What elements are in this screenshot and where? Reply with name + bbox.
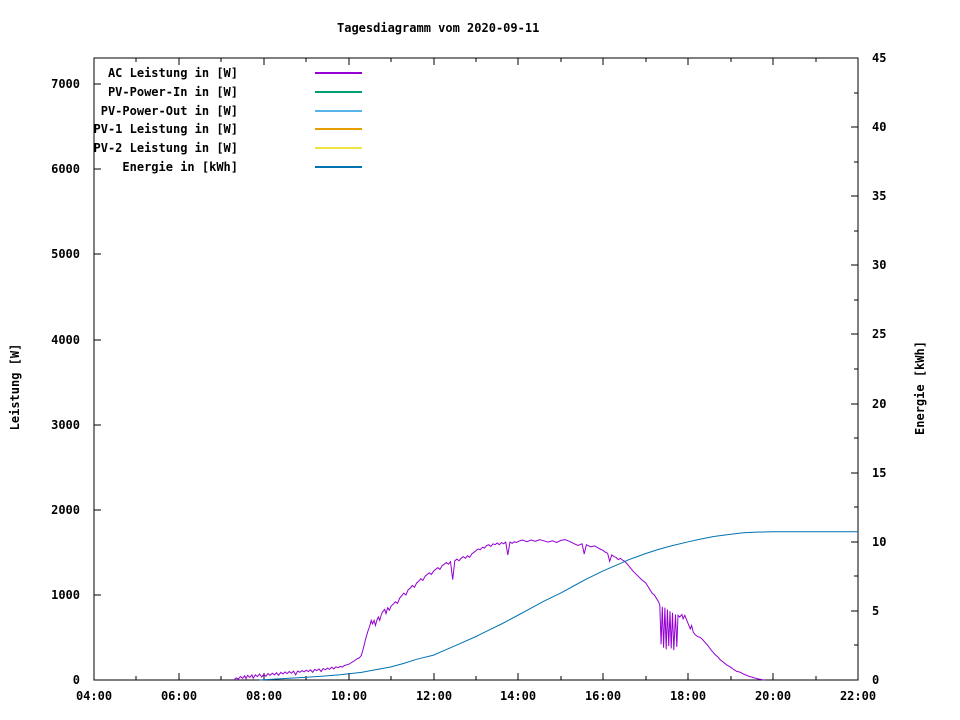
- y2-tick-label: 35: [872, 189, 887, 203]
- y2-tick-label: 45: [872, 51, 887, 65]
- legend-label: Energie in [kWh]: [122, 160, 238, 174]
- series-curve-energie-in-kwh: [259, 531, 858, 681]
- series-curve-ac-leistung-in-w: [233, 539, 765, 681]
- y-tick-label: 1000: [51, 588, 80, 602]
- x-tick-label: 04:00: [75, 689, 113, 703]
- y2-tick-label: 20: [872, 397, 887, 411]
- y2-tick-label: 0: [872, 673, 880, 687]
- x-tick-label: 20:00: [754, 689, 792, 703]
- y2-tick-label: 15: [872, 466, 887, 480]
- y-tick-label: 4000: [51, 333, 80, 347]
- legend-label: AC Leistung in [W]: [107, 66, 238, 80]
- x-tick-label: 12:00: [415, 689, 453, 703]
- x-tick-label: 14:00: [499, 689, 537, 703]
- legend-label: PV-Power-Out in [W]: [100, 104, 238, 118]
- x-tick-label: 18:00: [669, 689, 707, 703]
- y-tick-label: 5000: [51, 247, 80, 261]
- chart-page: { "title": "Tagesdiagramm vom 2020-09-11…: [0, 0, 960, 720]
- y2-tick-label: 40: [872, 120, 887, 134]
- x-tick-label: 10:00: [330, 689, 368, 703]
- x-tick-label: 16:00: [584, 689, 622, 703]
- y2-tick-label: 30: [872, 258, 887, 272]
- x-tick-label: 22:00: [839, 689, 877, 703]
- legend-label: PV-2 Leistung in [W]: [93, 141, 239, 155]
- x-tick-label: 08:00: [245, 689, 283, 703]
- y2-tick-label: 25: [872, 327, 887, 341]
- x-tick-label: 06:00: [160, 689, 198, 703]
- y2-tick-label: 10: [872, 535, 887, 549]
- y-tick-label: 3000: [51, 418, 80, 432]
- legend-label: PV-1 Leistung in [W]: [93, 122, 239, 136]
- y2-tick-label: 5: [872, 604, 880, 618]
- legend-label: PV-Power-In in [W]: [107, 85, 238, 99]
- y-tick-label: 0: [72, 673, 80, 687]
- y-tick-label: 2000: [51, 503, 80, 517]
